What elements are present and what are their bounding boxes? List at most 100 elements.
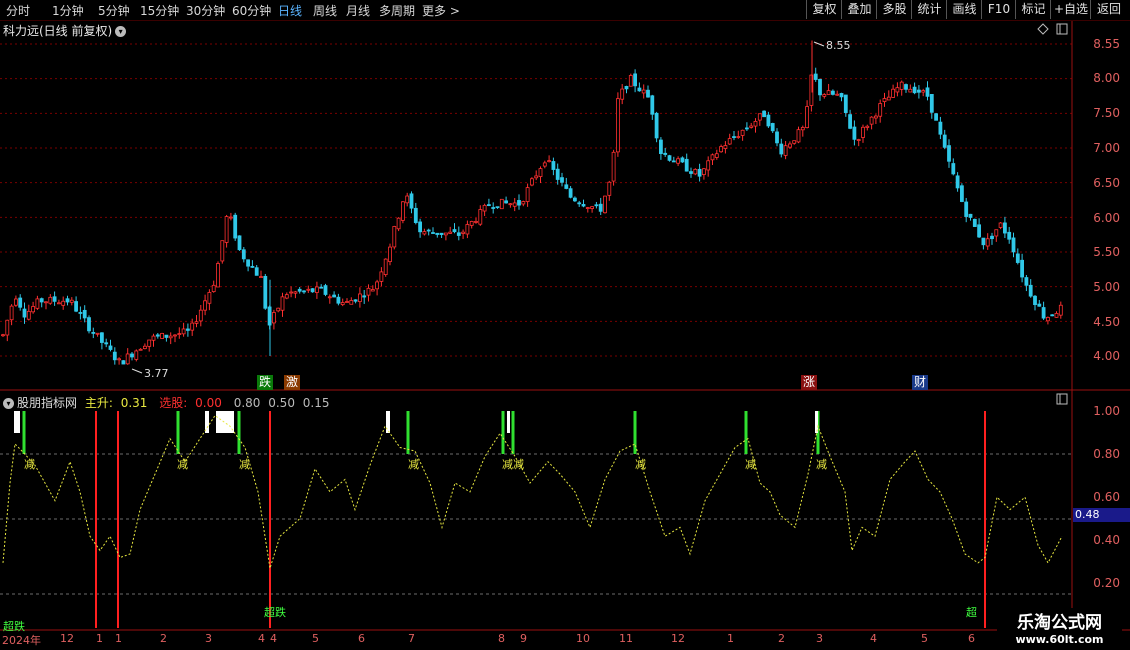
chevron-down-icon[interactable]: ▾: [3, 398, 14, 409]
candle-body: [564, 184, 569, 189]
candle-body: [207, 292, 212, 304]
candle-body: [327, 296, 332, 299]
green-signal-bar: [237, 411, 241, 454]
candle-body: [375, 281, 380, 290]
candle-body: [779, 143, 784, 155]
grid-lines: [0, 43, 1072, 595]
jian-label: 减: [408, 458, 419, 471]
candle-body: [91, 332, 96, 334]
candle-body: [861, 126, 865, 138]
event-mark-die[interactable]: 跌: [257, 375, 274, 390]
candle-body: [250, 265, 255, 268]
field-label: 主升:: [84, 396, 113, 410]
candle-body: [1058, 304, 1063, 316]
candle-body: [650, 95, 655, 115]
candle-body: [547, 160, 551, 163]
candle-body: [917, 89, 921, 93]
indicator-title: ▾ 股朋指标网 主升: 0.31 选股: 0.00 0.80 0.50 0.15: [3, 394, 334, 411]
candle-body: [263, 275, 268, 309]
candle-body: [530, 178, 534, 186]
candle-body: [852, 126, 857, 140]
candle-body: [57, 302, 61, 305]
candle-body: [185, 328, 190, 331]
ind-tick: 0.20: [1093, 576, 1120, 590]
ind-tick: 0.60: [1093, 490, 1120, 504]
event-mark-zhang[interactable]: 涨: [801, 375, 818, 390]
candle-body: [435, 232, 440, 235]
price-tick: 7.50: [1093, 106, 1120, 120]
event-mark-cai[interactable]: 财: [912, 375, 929, 390]
candle-body: [934, 113, 938, 121]
price-tick: 4.00: [1093, 349, 1120, 363]
candle-body: [581, 204, 586, 207]
candle-body: [289, 291, 294, 294]
candle-body: [504, 200, 509, 204]
candle-body: [813, 73, 818, 80]
chart-title: 科力远(日线 前复权) ▾: [3, 22, 127, 39]
candle-body: [1028, 284, 1033, 297]
panel-toggle-icon-2[interactable]: [1056, 393, 1068, 405]
candle-body: [353, 299, 358, 302]
date-tick: 2: [778, 632, 785, 645]
candle-body: [740, 129, 745, 136]
candle-body: [891, 88, 895, 98]
chevron-down-icon[interactable]: ▾: [115, 26, 127, 37]
green-signal-bar: [744, 411, 748, 454]
watermark: 乐淘公式网 www.60lt.com: [997, 608, 1122, 646]
candle-body: [284, 294, 289, 299]
candle-body: [521, 201, 526, 205]
candle-body: [396, 217, 401, 230]
candle-body: [461, 231, 466, 234]
date-tick: 1: [115, 632, 122, 645]
white-signal-bar: [507, 411, 510, 433]
candle-body: [293, 291, 298, 294]
candle-body: [241, 249, 246, 260]
candle-body: [306, 288, 311, 291]
candle-body: [697, 168, 702, 177]
date-tick: 2024年: [2, 634, 41, 647]
candle-body: [968, 213, 973, 218]
candle-body: [203, 300, 208, 311]
chart-canvas[interactable]: [0, 0, 1130, 650]
event-mark-ji[interactable]: 激: [284, 375, 301, 390]
candle-body: [422, 231, 427, 235]
candle-body: [228, 216, 233, 219]
candle-body: [1037, 303, 1042, 307]
candle-body: [951, 163, 956, 175]
jian-label: 减: [513, 458, 524, 471]
candle-body: [400, 201, 405, 221]
candle-body: [39, 298, 44, 303]
candle-body: [1003, 222, 1007, 234]
candle-body: [555, 168, 560, 180]
candle-body: [336, 296, 341, 304]
candle-body: [413, 207, 418, 223]
candle-body: [835, 93, 840, 96]
candle-body: [783, 145, 788, 156]
green-signal-bar: [406, 411, 410, 454]
candle-body: [757, 113, 762, 121]
candle-body: [964, 201, 969, 217]
candle-body: [61, 300, 66, 306]
candle-body: [732, 136, 736, 138]
candle-body: [706, 160, 711, 171]
candle-body: [405, 195, 410, 204]
ind-tick: 0.40: [1093, 533, 1120, 547]
candle-body: [994, 229, 999, 237]
candle-body: [18, 297, 23, 308]
candle-body: [938, 121, 943, 135]
date-tick: 1: [727, 632, 734, 645]
candle-body: [332, 294, 337, 298]
candle-body: [607, 181, 612, 196]
price-tick: 8.00: [1093, 71, 1120, 85]
date-tick: 8: [498, 632, 505, 645]
candle-body: [362, 295, 367, 298]
candle-body: [108, 345, 113, 350]
candle-body: [465, 224, 470, 235]
candle-body: [710, 154, 715, 161]
candle-body: [865, 125, 870, 128]
candle-body: [302, 290, 306, 293]
candle-body: [874, 115, 878, 119]
panel-toggle-icon[interactable]: [1056, 23, 1068, 35]
ind-tick: 1.00: [1093, 404, 1120, 418]
diamond-icon[interactable]: [1037, 23, 1049, 35]
